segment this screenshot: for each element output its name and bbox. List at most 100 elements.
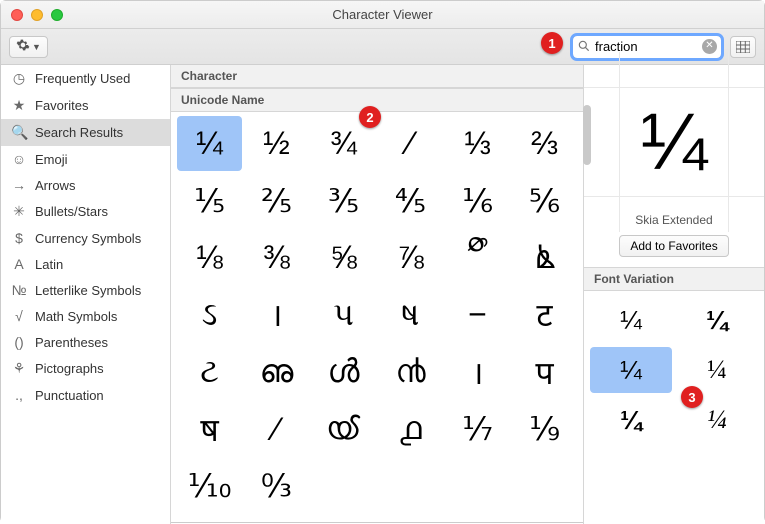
character-cell[interactable]: ⅕ xyxy=(177,173,242,228)
sidebar-item-label: Emoji xyxy=(35,152,68,167)
sidebar-item-emoji[interactable]: ☺ Emoji xyxy=(1,146,170,172)
sidebar-icon: ◷ xyxy=(11,70,27,87)
sidebar-icon: √ xyxy=(11,308,27,324)
character-cell[interactable]: ⅗ xyxy=(311,173,376,228)
character-cell[interactable]: ⅚ xyxy=(512,173,577,228)
character-cell[interactable]: − xyxy=(445,287,510,342)
sidebar-item-label: Parentheses xyxy=(35,335,108,350)
search-field-wrapper: ✕ xyxy=(572,35,722,59)
sidebar-item-punctuation[interactable]: .,Punctuation xyxy=(1,382,170,408)
font-variation-cell[interactable]: ¼ xyxy=(590,347,672,393)
character-cell[interactable]: ⅞ xyxy=(378,230,443,285)
character-cell[interactable]: । xyxy=(244,287,309,342)
sidebar-item-letterlike-symbols[interactable]: № Letterlike Symbols xyxy=(1,277,170,303)
grid-icon xyxy=(736,41,750,53)
search-icon xyxy=(577,39,591,56)
character-cell[interactable]: ൧ xyxy=(378,402,443,457)
character-cell[interactable]: ⅛ xyxy=(177,230,242,285)
character-cell[interactable]: । xyxy=(445,345,510,400)
sidebar-item-label: Bullets/Stars xyxy=(35,204,108,219)
font-variation-cell[interactable]: ¼ xyxy=(590,297,672,343)
character-cell[interactable]: ટ xyxy=(177,345,242,400)
sidebar-item-parentheses[interactable]: () Parentheses xyxy=(1,329,170,355)
chevron-down-icon: ▼ xyxy=(32,42,41,52)
font-variation-grid: ¼¼¼¼¼¼ xyxy=(584,291,764,449)
character-cell[interactable]: ⅑ xyxy=(512,402,577,457)
sidebar-icon: 🔍 xyxy=(11,124,27,141)
sidebar-item-frequently-used[interactable]: ◷ Frequently Used xyxy=(1,65,170,92)
character-cell[interactable]: ൕ xyxy=(311,402,376,457)
scrollbar[interactable] xyxy=(583,105,591,165)
add-to-favorites-button[interactable]: Add to Favorites xyxy=(619,235,728,257)
sidebar-item-latin[interactable]: A Latin xyxy=(1,251,170,277)
character-cell[interactable]: ↉ xyxy=(244,459,309,514)
character-cell[interactable]: ⅐ xyxy=(445,402,510,457)
toolbar: ▼ ✕ xyxy=(1,29,764,65)
character-cell[interactable]: ¼ xyxy=(177,116,242,171)
character-cell[interactable]: ⁄ xyxy=(244,402,309,457)
clear-search-button[interactable]: ✕ xyxy=(702,39,717,54)
character-cell[interactable]: ⅓ xyxy=(445,116,510,171)
sidebar-item-label: Favorites xyxy=(35,98,88,113)
sidebar-icon: A xyxy=(11,256,27,272)
sidebar-item-label: Currency Symbols xyxy=(35,231,141,246)
sidebar-icon: () xyxy=(11,334,27,350)
sidebar-item-pictographs[interactable]: ⚘ Pictographs xyxy=(1,355,170,382)
sidebar-item-bullets-stars[interactable]: ✳ Bullets/Stars xyxy=(1,198,170,225)
preview-pane: ¼ Skia Extended Add to Favorites Font Va… xyxy=(584,65,764,524)
sidebar-item-currency-symbols[interactable]: $ Currency Symbols xyxy=(1,225,170,251)
character-cell[interactable]: ⅔ xyxy=(512,116,577,171)
character-grid[interactable]: ¼½¾⁄⅓⅔⅕⅖⅗⅘⅙⅚⅛⅜⅝⅞༳ൔઽ।પષ−टટഌൾ൯।पष⁄ൕ൧⅐⅑⅒↉ xyxy=(171,112,583,524)
callout-2: 2 xyxy=(359,106,381,128)
character-cell[interactable]: ष xyxy=(177,402,242,457)
gear-icon xyxy=(16,38,30,55)
character-grid-pane: Character Unicode Name ¼½¾⁄⅓⅔⅕⅖⅗⅘⅙⅚⅛⅜⅝⅞༳… xyxy=(171,65,584,524)
sidebar-item-label: Pictographs xyxy=(35,361,104,376)
titlebar: Character Viewer xyxy=(1,1,764,29)
settings-menu-button[interactable]: ▼ xyxy=(9,36,48,58)
character-cell[interactable]: ഌ xyxy=(244,345,309,400)
sidebar-icon: ⚘ xyxy=(11,360,27,377)
search-input[interactable] xyxy=(572,35,722,59)
character-cell[interactable]: ⅜ xyxy=(244,230,309,285)
character-cell[interactable]: ⅖ xyxy=(244,173,309,228)
preview-font-name: Skia Extended xyxy=(584,213,764,235)
character-cell[interactable]: ષ xyxy=(378,287,443,342)
preview-character: ¼ xyxy=(609,77,739,207)
sidebar-icon: ✳ xyxy=(11,203,27,220)
font-variation-cell[interactable]: ¼ xyxy=(590,397,672,443)
sidebar-item-favorites[interactable]: ★Favorites xyxy=(1,92,170,119)
character-header: Character xyxy=(171,65,583,88)
character-cell[interactable]: પ xyxy=(311,287,376,342)
toggle-compact-button[interactable] xyxy=(730,36,756,58)
character-cell[interactable]: ½ xyxy=(244,116,309,171)
character-cell[interactable]: ൾ xyxy=(311,345,376,400)
sidebar-item-label: Frequently Used xyxy=(35,71,130,86)
character-cell[interactable]: ⅘ xyxy=(378,173,443,228)
character-cell[interactable]: ൔ xyxy=(512,230,577,285)
character-cell[interactable]: ट xyxy=(512,287,577,342)
window-title: Character Viewer xyxy=(1,7,764,22)
character-cell[interactable]: ༳ xyxy=(445,230,510,285)
character-cell[interactable]: प xyxy=(512,345,577,400)
sidebar-item-label: Letterlike Symbols xyxy=(35,283,141,298)
callout-3: 3 xyxy=(681,386,703,408)
character-cell[interactable]: ⅒ xyxy=(177,459,242,514)
category-sidebar: ◷ Frequently Used ★Favorites 🔍 Search Result… xyxy=(1,65,171,524)
sidebar-icon: ☺ xyxy=(11,151,27,167)
sidebar-item-label: Latin xyxy=(35,257,63,272)
sidebar-item-search-results[interactable]: 🔍 Search Results xyxy=(1,119,170,146)
sidebar-item-arrows[interactable]: →Arrows xyxy=(1,172,170,198)
font-variation-cell[interactable]: ¼ xyxy=(676,297,758,343)
character-cell[interactable]: ઽ xyxy=(177,287,242,342)
sidebar-icon: ., xyxy=(11,387,27,403)
sidebar-item-label: Search Results xyxy=(35,125,123,140)
sidebar-icon: $ xyxy=(11,230,27,246)
sidebar-item-label: Math Symbols xyxy=(35,309,117,324)
sidebar-icon: № xyxy=(11,282,27,298)
character-cell[interactable]: ൯ xyxy=(378,345,443,400)
sidebar-item-math-symbols[interactable]: √ Math Symbols xyxy=(1,303,170,329)
callout-1: 1 xyxy=(541,32,563,54)
character-cell[interactable]: ⁄ xyxy=(378,116,443,171)
character-cell[interactable]: ⅝ xyxy=(311,230,376,285)
